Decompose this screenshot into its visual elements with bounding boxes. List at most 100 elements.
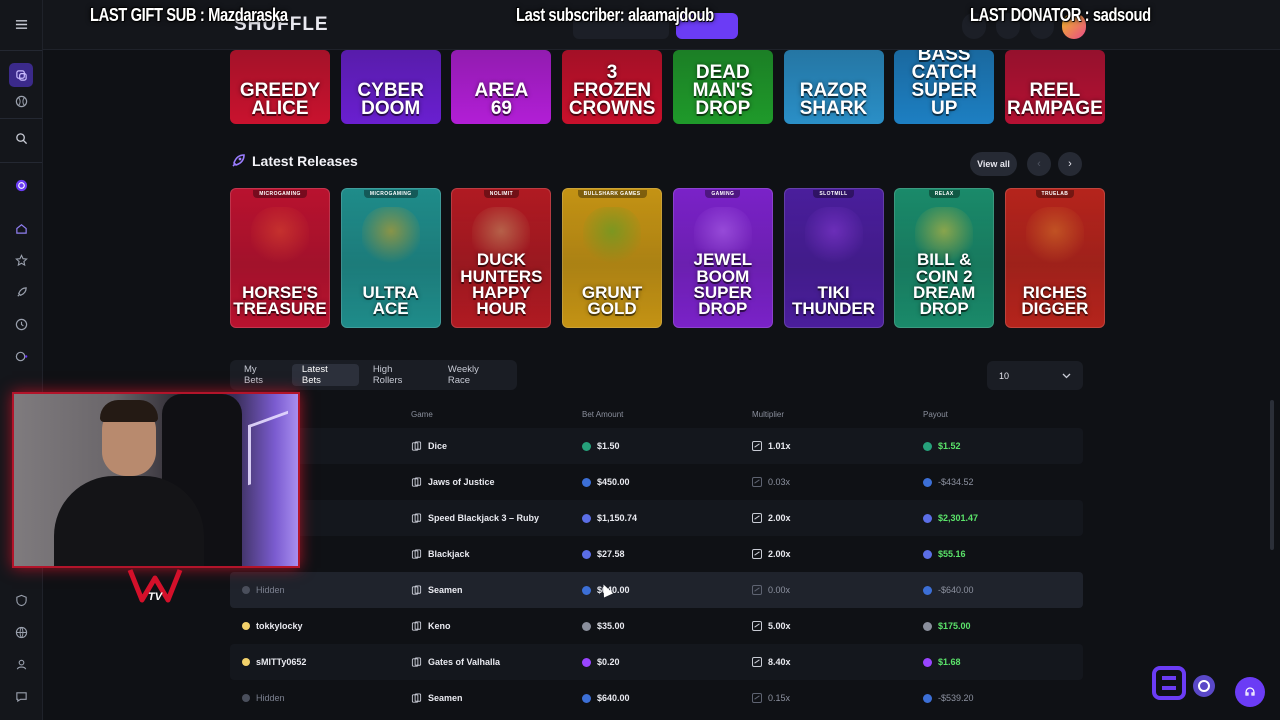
bet-game[interactable]: Speed Blackjack 3 – Ruby (411, 500, 539, 536)
bet-multiplier: 2.00x (752, 536, 791, 572)
game-artwork (361, 207, 420, 267)
vip-badge-icon (242, 658, 250, 666)
search-icon[interactable] (9, 126, 33, 150)
game-tile[interactable]: AREA 69 (451, 50, 552, 124)
rocket-icon[interactable] (9, 280, 33, 304)
game-tile[interactable]: MICROGAMING HORSE'S TREASURE (230, 188, 330, 328)
bet-payout: $1.52 (923, 428, 961, 464)
game-artwork (1025, 207, 1084, 267)
globe-icon[interactable] (9, 620, 33, 644)
webcam-overlay (12, 392, 300, 568)
live-icon[interactable] (9, 344, 33, 368)
bet-amount: $450.00 (582, 464, 630, 500)
game-type-icon (411, 548, 422, 559)
bet-amount-value: $35.00 (597, 621, 625, 631)
table-row[interactable]: sMITTy0652 Gates of Valhalla $0.20 8.40x $1.… (230, 644, 1083, 680)
table-row[interactable]: Blackjack $27.58 2.00x $55.16 (230, 536, 1083, 572)
streamer-logo: TV (127, 569, 183, 603)
game-tile[interactable]: REEL RAMPAGE (1004, 50, 1105, 124)
bet-game[interactable]: Seamen (411, 572, 463, 608)
bet-game-name: Keno (428, 621, 451, 631)
game-tile[interactable]: MICROGAMING ULTRA ACE (340, 188, 441, 328)
game-tile[interactable]: GAMING JEWEL BOOM SUPER DROP (672, 188, 773, 328)
shield-icon[interactable] (9, 588, 33, 612)
currency-coin-icon (923, 693, 932, 703)
menu-icon[interactable] (9, 12, 33, 36)
page-size-select[interactable]: 10 (987, 361, 1083, 390)
game-title: BILL & COIN 2 DREAM DROP (913, 250, 976, 318)
game-tile[interactable]: TRUELAB RICHES DIGGER (1004, 188, 1105, 328)
bet-user: tokkylocky (242, 608, 303, 644)
bet-game-name: Seamen (428, 585, 463, 595)
column-header-multiplier: Multiplier (752, 410, 785, 419)
game-title: DUCK HUNTERS HAPPY HOUR (460, 250, 543, 318)
game-title: GRUNT GOLD (581, 282, 643, 318)
game-tile[interactable]: RAZOR SHARK (783, 50, 884, 124)
headset-icon (1245, 687, 1255, 696)
tab-weekly-race[interactable]: Weekly Race (438, 364, 513, 386)
currency-coin-icon (582, 513, 591, 523)
bet-amount: $35.00 (582, 608, 625, 644)
star-icon[interactable] (9, 248, 33, 272)
game-tile[interactable]: 3 FROZEN CROWNS (562, 50, 663, 124)
table-row[interactable]: Hidden Seamen $640.00 0.00x -$640.00 (230, 572, 1083, 608)
bet-multiplier: 0.00x (752, 572, 790, 608)
user-icon[interactable] (9, 652, 33, 676)
table-row[interactable]: Speed Blackjack 3 – Ruby $1,150.74 2.00x $2… (230, 500, 1083, 536)
game-tile[interactable]: NOLIMIT DUCK HUNTERS HAPPY HOUR (451, 188, 552, 328)
view-all-button[interactable]: View all (970, 152, 1017, 176)
chat-icon[interactable] (9, 684, 33, 708)
bet-game-name: Seamen (428, 693, 463, 703)
history-icon[interactable] (9, 312, 33, 336)
bet-game[interactable]: Keno (411, 608, 451, 644)
game-tile[interactable]: DEAD MAN'S DROP (672, 50, 773, 124)
game-tile[interactable]: BASS CATCH SUPER UP (894, 50, 995, 124)
multiplier-chart-icon (752, 621, 762, 631)
casino-icon[interactable] (9, 63, 33, 87)
currency-coin-icon (582, 621, 591, 631)
column-header-bet-amount: Bet Amount (582, 410, 624, 419)
table-row[interactable]: Hidden Seamen $640.00 0.15x -$539.20 (230, 680, 1083, 716)
game-tile[interactable]: BULLSHARK GAMES GRUNT GOLD (562, 188, 663, 328)
sports-icon[interactable] (9, 89, 33, 113)
bet-payout-value: $2,301.47 (938, 513, 979, 523)
support-chat-button[interactable] (1235, 677, 1265, 707)
bet-payout-value: -$640.00 (938, 585, 974, 595)
page-scrollbar[interactable] (1270, 400, 1274, 550)
game-type-icon (411, 512, 422, 523)
bet-user-name: tokkylocky (256, 621, 303, 631)
game-artwork (251, 207, 309, 267)
chip-icon[interactable] (9, 173, 33, 197)
game-title: JEWEL BOOM SUPER DROP (693, 250, 753, 318)
bet-user: sMITTy0652 (242, 644, 306, 680)
tab-my-bets[interactable]: My Bets (234, 364, 288, 386)
bet-payout: -$539.20 (923, 680, 974, 716)
bet-game[interactable]: Blackjack (411, 536, 470, 572)
next-arrow-icon[interactable]: › (1058, 152, 1082, 176)
bet-multiplier: 5.00x (752, 608, 791, 644)
table-row[interactable]: tokkylocky Keno $35.00 5.00x $175.00 (230, 608, 1083, 644)
home-icon[interactable] (9, 216, 33, 240)
bet-game[interactable]: Dice (411, 428, 447, 464)
bet-amount: $640.00 (582, 680, 630, 716)
hidden-user-icon (242, 586, 250, 594)
currency-coin-icon (582, 477, 591, 487)
multiplier-chart-icon (752, 513, 762, 523)
game-tile[interactable]: CYBER DOOM (340, 50, 441, 124)
bet-game[interactable]: Jaws of Justice (411, 464, 495, 500)
bet-game[interactable]: Gates of Valhalla (411, 644, 500, 680)
table-row[interactable]: Jaws of Justice $450.00 0.03x -$434.52 (230, 464, 1083, 500)
game-tile[interactable]: RELAX BILL & COIN 2 DREAM DROP (894, 188, 995, 328)
tab-latest-bets[interactable]: Latest Bets (291, 364, 359, 386)
bet-multiplier-value: 0.00x (768, 585, 791, 595)
bet-amount: $1,150.74 (582, 500, 637, 536)
game-tile[interactable]: SLOTMILL TIKI THUNDER (783, 188, 884, 328)
game-tile[interactable]: GREEDY ALICE (230, 50, 330, 124)
currency-coin-icon (582, 441, 591, 451)
prev-arrow-icon[interactable]: ‹ (1027, 152, 1051, 176)
bet-game[interactable]: Seamen (411, 680, 463, 716)
tab-high-rollers[interactable]: High Rollers (363, 364, 434, 386)
table-row[interactable]: Dice $1.50 1.01x $1.52 (230, 428, 1083, 464)
bet-amount: $1.50 (582, 428, 620, 464)
bet-multiplier: 2.00x (752, 500, 791, 536)
